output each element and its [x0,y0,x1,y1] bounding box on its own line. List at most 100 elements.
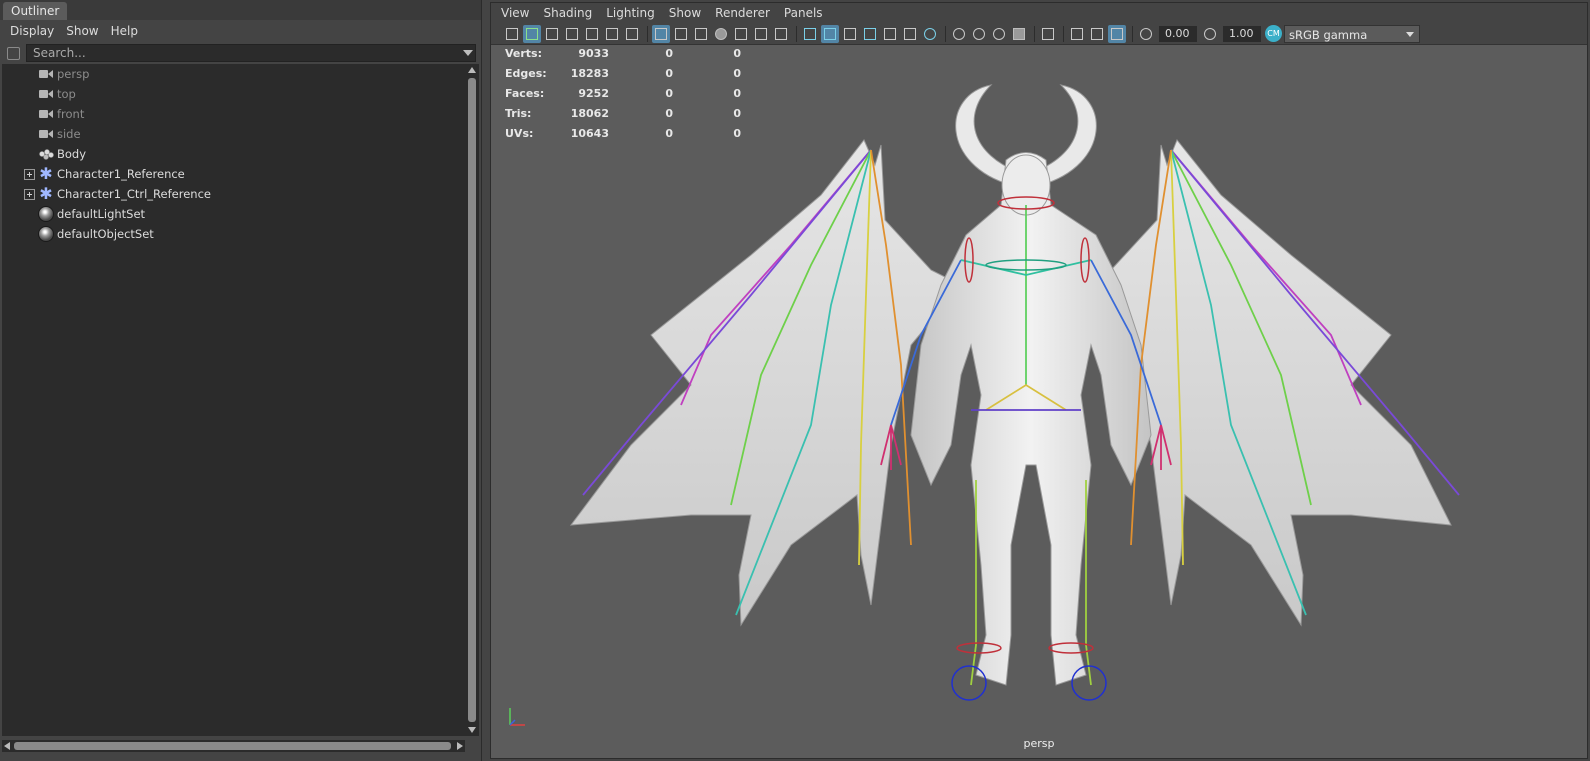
film-gate-icon[interactable] [672,25,690,43]
outliner-vertical-scrollbar[interactable] [465,64,479,736]
outliner-item-default-light-set[interactable]: defaultLightSet [2,204,462,224]
toolbar-separator [1063,25,1064,42]
grease-pencil-icon[interactable] [623,25,641,43]
scroll-up-icon[interactable] [468,67,476,73]
outliner-item-side[interactable]: side [2,124,462,144]
camera-attributes-icon[interactable] [543,25,561,43]
menu-help[interactable]: Help [105,20,144,42]
color-management-icon[interactable]: CM [1265,25,1282,42]
isolate-select-icon[interactable] [1039,25,1057,43]
2d-pan-zoom-icon[interactable] [603,25,621,43]
xray-joints-icon[interactable] [1108,24,1126,43]
safe-action-icon[interactable] [752,25,770,43]
right-leg-bone [1085,480,1092,686]
hud-row-faces: Faces: 9252 0 0 [505,85,765,105]
outliner-search-row [0,42,481,64]
outliner-item-label: top [57,87,76,101]
hud-value: 0 [733,87,741,100]
gamma-field[interactable]: 1.00 [1223,25,1261,42]
filter-icon[interactable] [4,44,22,62]
outliner-item-label: Character1_Ctrl_Reference [57,187,211,201]
textured-icon[interactable] [881,25,899,43]
field-chart-icon[interactable] [732,25,750,43]
hud-value: 0 [733,107,741,120]
outliner-item-front[interactable]: front [2,104,462,124]
use-all-lights-icon[interactable] [901,25,919,43]
motion-blur-icon[interactable] [970,25,988,43]
hud-value: 0 [733,67,741,80]
gamma-icon[interactable] [1201,25,1219,43]
scroll-left-icon[interactable] [4,742,10,750]
menu-show[interactable]: Show [662,3,708,23]
view-axis-icon [509,708,525,726]
menu-view[interactable]: View [494,3,536,23]
toolbar-separator [1132,25,1133,42]
safe-title-icon[interactable] [772,25,790,43]
outliner-item-label: persp [57,67,90,81]
outliner-item-label: side [57,127,81,141]
resolution-gate-icon[interactable] [692,25,710,43]
view-transform-dropdown[interactable]: sRGB gamma [1284,24,1420,43]
outliner-item-character1-reference[interactable]: ✱ Character1_Reference [2,164,462,184]
reference-icon: ✱ [39,164,53,183]
mesh-icon [38,146,54,162]
camera-name-label: persp [1023,737,1055,750]
select-camera-icon[interactable] [503,25,521,43]
menu-shading[interactable]: Shading [536,3,599,23]
bookmark-icon[interactable] [563,25,581,43]
multisample-anti-aliasing-icon[interactable] [990,25,1008,43]
outliner-item-default-object-set[interactable]: defaultObjectSet [2,224,462,244]
smooth-shade-all-icon[interactable] [821,24,839,43]
menu-panels[interactable]: Panels [777,3,830,23]
outliner-item-body[interactable]: Body [2,144,462,164]
wireframe-on-shaded-icon[interactable] [861,25,879,43]
3d-viewport[interactable]: Verts: 9033 0 0 Edges: 18283 0 0 Faces: … [491,45,1587,758]
menu-renderer[interactable]: Renderer [708,3,777,23]
search-options-dropdown-icon[interactable] [462,47,474,59]
hud-value: 0 [733,127,741,140]
scroll-down-icon[interactable] [468,727,476,733]
outliner-tab[interactable]: Outliner [3,2,68,20]
expand-icon[interactable] [24,168,35,180]
exposure-icon[interactable] [1137,25,1155,43]
menu-lighting[interactable]: Lighting [599,3,662,23]
hud-value: 0 [733,47,741,60]
exposure-field[interactable]: 0.00 [1159,25,1197,42]
toolbar-separator [796,25,797,42]
expand-icon[interactable] [24,188,35,200]
menu-display[interactable]: Display [4,20,60,42]
viewport-menu-bar: View Shading Lighting Show Renderer Pane… [491,3,1587,23]
lock-camera-icon[interactable] [523,24,541,43]
scroll-right-icon[interactable] [457,742,463,750]
camera-icon [38,126,54,142]
set-icon [38,206,54,222]
toolbar-separator [945,25,946,42]
wireframe-icon[interactable] [801,25,819,43]
menu-show[interactable]: Show [60,20,104,42]
search-input[interactable] [26,44,476,62]
outliner-item-character1-ctrl-reference[interactable]: ✱ Character1_Ctrl_Reference [2,184,462,204]
use-default-material-icon[interactable] [841,25,859,43]
depth-of-field-icon[interactable] [1010,25,1028,43]
grid-icon[interactable] [652,24,670,43]
maya-application: Outliner Display Show Help persp top fro… [0,0,1590,761]
outliner-item-label: front [57,107,85,121]
outliner-item-top[interactable]: top [2,84,462,104]
outliner-item-label: defaultObjectSet [57,227,154,241]
screen-space-ambient-occlusion-icon[interactable] [950,25,968,43]
xray-icon[interactable] [1068,25,1086,43]
image-plane-icon[interactable] [583,25,601,43]
xray-active-components-icon[interactable] [1088,25,1106,43]
toolbar-separator [647,25,648,42]
shadows-icon[interactable] [921,25,939,43]
viewport-panel: View Shading Lighting Show Renderer Pane… [490,2,1588,759]
left-foot-control [951,665,987,701]
hud-row-uvs: UVs: 10643 0 0 [505,125,765,145]
outliner-panel: Outliner Display Show Help persp top fro… [0,0,482,761]
outliner-item-persp[interactable]: persp [2,64,462,84]
scrollbar-thumb[interactable] [468,78,476,722]
gate-mask-icon[interactable] [712,25,730,43]
scrollbar-thumb[interactable] [14,742,451,750]
outliner-horizontal-scrollbar[interactable] [2,740,465,752]
camera-icon [38,66,54,82]
